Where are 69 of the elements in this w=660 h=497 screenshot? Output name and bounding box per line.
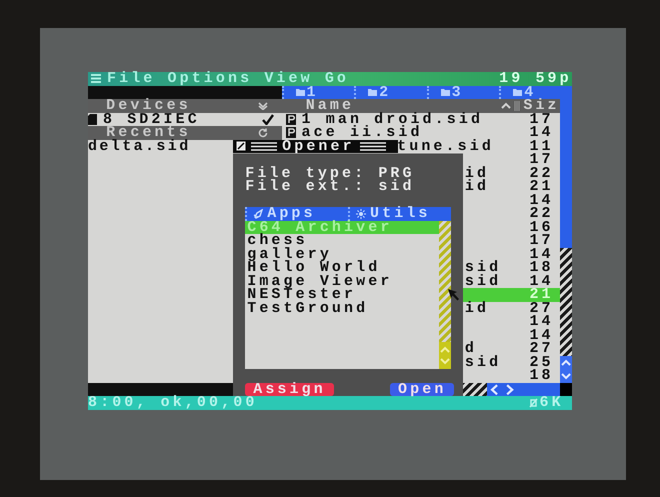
- file-size: 22: [529, 166, 554, 180]
- stripes-icon: [360, 142, 386, 151]
- close-icon[interactable]: [236, 141, 246, 152]
- file-size: 14: [529, 274, 554, 288]
- file-size: 17: [529, 112, 554, 126]
- menu-icon[interactable]: [91, 74, 101, 84]
- folder-icon: [368, 88, 378, 96]
- free-memory: 6K: [540, 396, 564, 410]
- section-title: Recents: [106, 126, 191, 140]
- file-size: 27: [529, 302, 554, 315]
- file-name: sid: [464, 261, 502, 274]
- dialog-button[interactable]: Open: [390, 382, 454, 396]
- file-info: File type: PRG: [245, 166, 416, 180]
- folder-icon: [440, 88, 450, 96]
- chevron-down-icon[interactable]: [258, 102, 268, 110]
- stripes-icon: [251, 142, 278, 151]
- file-name: 1 man droid.sid: [302, 112, 484, 126]
- file-size: 11: [529, 140, 554, 153]
- status-text: 8:00, ok,00,00: [88, 396, 258, 410]
- file-name: sid: [464, 356, 502, 369]
- refresh-icon[interactable]: [258, 128, 268, 138]
- file-size: 14: [529, 315, 554, 328]
- folder-icon: [296, 88, 304, 96]
- file-name: sid: [464, 274, 502, 288]
- file-size: 14: [529, 126, 554, 140]
- file-row[interactable]: 17: [282, 153, 560, 166]
- scrollbar[interactable]: [560, 99, 572, 382]
- dialog-title-bar[interactable]: Opener: [233, 140, 398, 153]
- file-row[interactable]: ace ii.sid 14: [282, 126, 560, 140]
- app-item[interactable]: NESTester: [245, 288, 439, 302]
- app-item[interactable]: TestGround: [245, 302, 439, 315]
- file-size: 14: [529, 194, 554, 207]
- app-item[interactable]: Image Viewer: [245, 274, 439, 288]
- file-size: 18: [529, 261, 554, 274]
- scrollbar[interactable]: [438, 220, 451, 369]
- app-item[interactable]: chess: [245, 234, 439, 248]
- file-size: 17: [529, 153, 554, 166]
- file-row[interactable]: 14: [282, 194, 560, 207]
- column-title[interactable]: Name: [306, 99, 354, 112]
- file-info: File ext.: sid: [245, 180, 416, 194]
- file-size: 18: [529, 369, 554, 382]
- corner-block: [560, 382, 572, 396]
- sun-icon: [356, 208, 366, 219]
- section-title: Devices: [106, 99, 191, 112]
- app-item[interactable]: Hello World: [245, 261, 439, 274]
- file-name: id: [464, 166, 490, 180]
- folder-icon: [513, 88, 522, 96]
- file-row[interactable]: 1 man droid.sid 17: [282, 112, 560, 126]
- sort-up-icon: [501, 102, 512, 110]
- file-name: id: [464, 302, 490, 315]
- dialog-title: Opener: [282, 140, 355, 153]
- file-size: 21: [529, 288, 554, 302]
- file-size: 21: [529, 180, 554, 194]
- file-name: d: [464, 342, 477, 356]
- file-size: 25: [529, 356, 554, 369]
- column-title[interactable]: Siz: [523, 99, 560, 112]
- clock: 19 59p: [499, 72, 572, 86]
- file-name: ace ii.sid: [302, 126, 423, 140]
- file-name: id: [464, 180, 490, 194]
- column-grip-icon[interactable]: [514, 100, 520, 111]
- file-row[interactable]: 18: [282, 369, 560, 382]
- file-size: 27: [529, 342, 554, 356]
- file-size: 14: [529, 328, 554, 342]
- app-item[interactable]: gallery: [245, 248, 439, 261]
- sd-card-icon: [88, 114, 97, 125]
- rocket-icon: [253, 208, 264, 219]
- file-name: tune.sid: [397, 140, 494, 153]
- recent-file[interactable]: delta.sid: [88, 140, 191, 153]
- mouse-cursor-icon: [446, 288, 461, 302]
